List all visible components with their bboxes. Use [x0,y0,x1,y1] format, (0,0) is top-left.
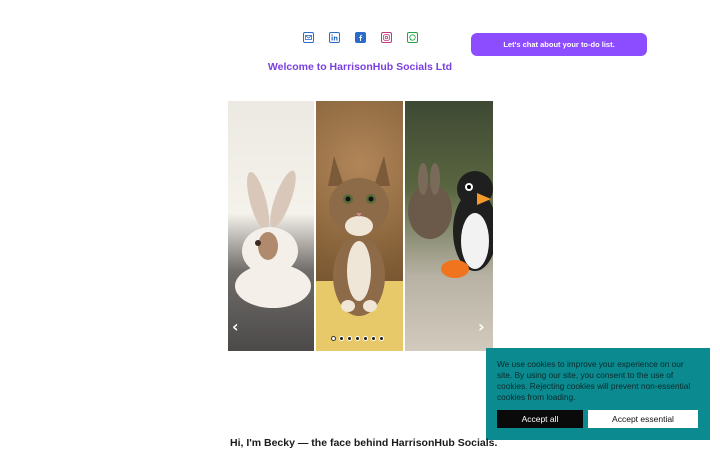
accept-essential-button[interactable]: Accept essential [588,410,698,428]
facebook-icon[interactable] [355,32,366,43]
carousel-dot[interactable] [371,336,376,341]
carousel-dots [331,336,384,341]
carousel-dot[interactable] [331,336,336,341]
welcome-text: Welcome to HarrisonHub Socials Ltd [267,61,453,73]
carousel-dot[interactable] [347,336,352,341]
instagram-icon[interactable] [381,32,392,43]
carousel-next-arrow-icon[interactable]: › [478,319,485,335]
rabbit-photo[interactable] [228,101,314,351]
carousel-dot[interactable] [363,336,368,341]
carousel-dot[interactable] [339,336,344,341]
cookie-message: We use cookies to improve your experienc… [497,359,691,402]
whatsapp-icon[interactable] [407,32,418,43]
carousel-dot[interactable] [379,336,384,341]
kitten-photo[interactable] [316,101,403,351]
cookie-banner: We use cookies to improve your experienc… [486,348,710,440]
email-icon[interactable] [303,32,314,43]
carousel-dot[interactable] [355,336,360,341]
welcome-heading: Welcome to HarrisonHub Socials Ltd [0,61,720,73]
photo-carousel: ‹ › [228,101,493,351]
intro-heading: Hi, I'm Becky — the face behind Harrison… [230,437,498,449]
linkedin-icon[interactable] [329,32,340,43]
chat-cta-button[interactable]: Let's chat about your to-do list. [471,33,647,56]
accept-all-button[interactable]: Accept all [497,410,583,428]
carousel-prev-arrow-icon[interactable]: ‹ [232,319,239,335]
rabbit-penguin-photo[interactable] [405,101,493,351]
